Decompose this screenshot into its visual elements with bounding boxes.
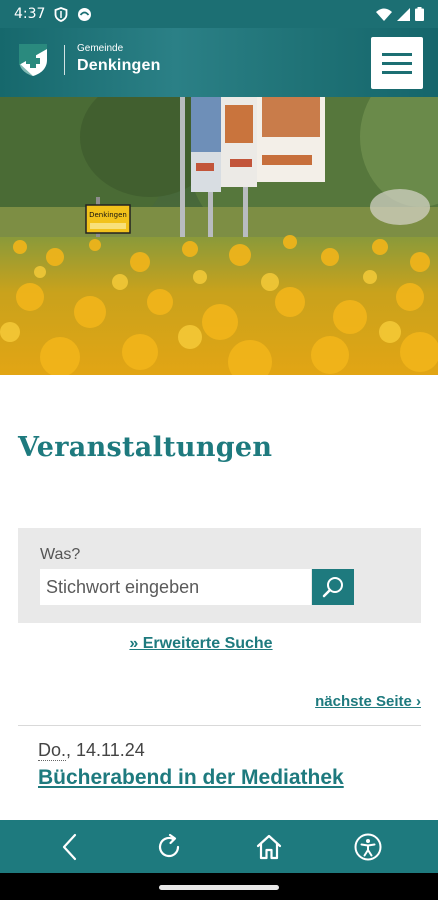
home-gesture-handle[interactable] [159, 885, 279, 890]
search-button[interactable] [312, 569, 354, 605]
home-icon [256, 834, 281, 859]
battery-icon [415, 7, 424, 21]
search-icon [322, 577, 343, 598]
event-date: Do., 14.11.24 [38, 740, 145, 761]
next-page-link[interactable]: nächste Seite › [315, 693, 421, 710]
reload-icon [159, 833, 180, 857]
signal-icon [397, 7, 410, 21]
back-icon [62, 833, 76, 860]
hero-photo: Denkingen [0, 97, 438, 375]
page-title: Veranstaltungen [18, 432, 273, 463]
logo-subtitle: Gemeinde [77, 43, 124, 54]
accessibility-icon [354, 833, 382, 860]
hero-image: Denkingen [0, 97, 438, 375]
advanced-search-link[interactable]: » Erweiterte Suche [0, 635, 402, 653]
status-bar: 4:37 [0, 0, 438, 28]
search-label: Was? [40, 546, 81, 563]
search-input[interactable] [40, 569, 311, 605]
logo-title[interactable]: Denkingen [77, 57, 161, 75]
home-button[interactable] [247, 825, 291, 869]
divider [18, 725, 421, 726]
app-header: Gemeinde Denkingen [0, 28, 438, 97]
event-date-value: , 14.11.24 [66, 740, 145, 760]
reload-button[interactable] [147, 825, 191, 869]
town-sign-text: Denkingen [89, 211, 127, 219]
logo-divider [64, 45, 65, 75]
menu-button[interactable] [371, 37, 423, 89]
accessibility-button[interactable] [346, 825, 390, 869]
status-time: 4:37 [14, 6, 46, 22]
search-panel: Was? [18, 528, 421, 623]
app-status-icon [78, 7, 92, 21]
hamburger-icon [382, 52, 412, 56]
back-button[interactable] [48, 825, 92, 869]
municipality-crest-icon[interactable] [18, 43, 48, 77]
event-day: Do. [38, 740, 67, 761]
bottom-toolbar [0, 820, 438, 873]
event-title-link[interactable]: Bücherabend in der Mediathek [38, 766, 344, 790]
wifi-icon [376, 8, 392, 21]
shield-status-icon [55, 6, 68, 22]
system-nav-bar [0, 873, 438, 900]
